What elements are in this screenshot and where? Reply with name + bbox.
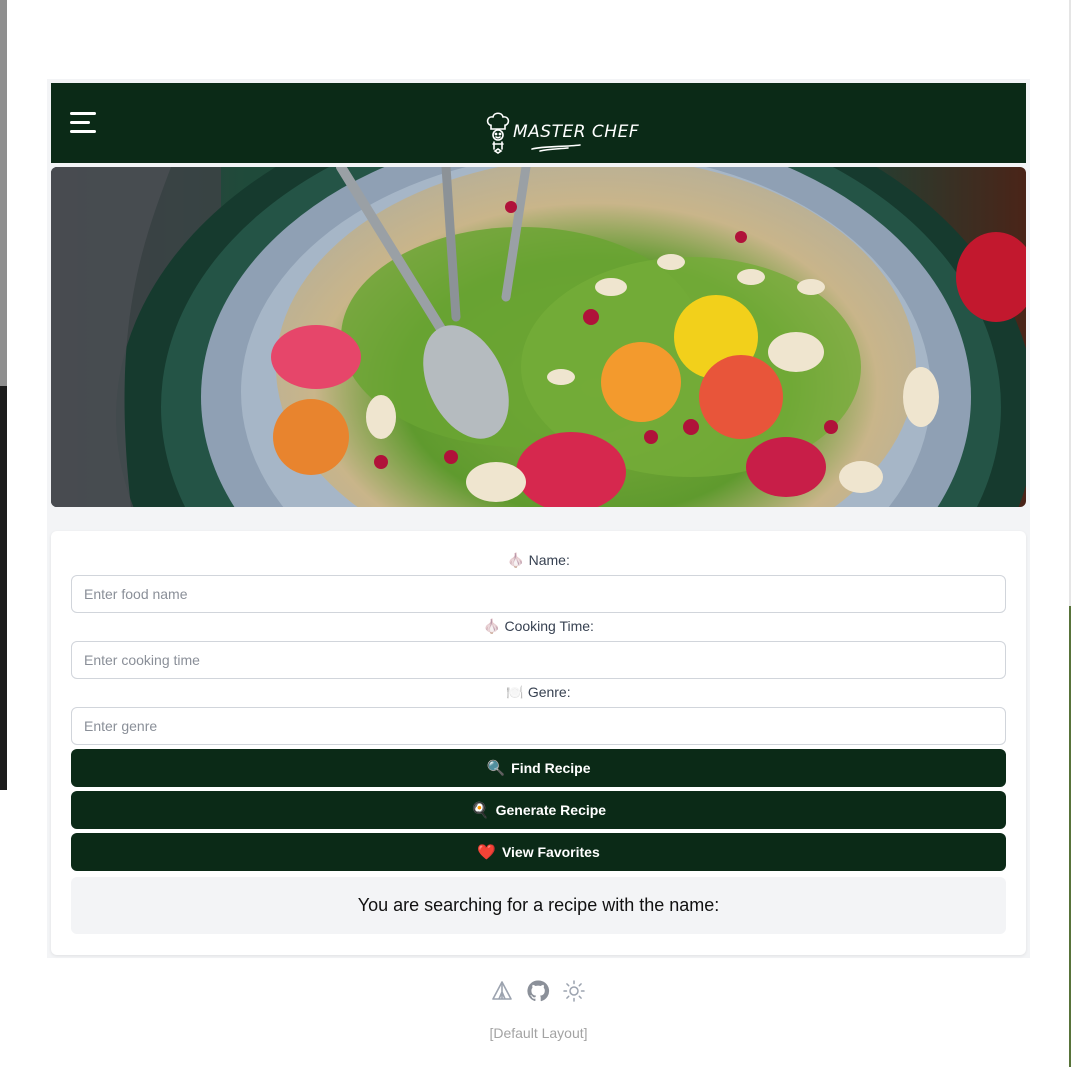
garlic-icon: 🧄: [483, 618, 501, 634]
food-name-input[interactable]: [71, 575, 1006, 613]
menu-line: [70, 130, 96, 133]
menu-line: [70, 121, 90, 124]
genre-input[interactable]: [71, 707, 1006, 745]
github-icon[interactable]: [526, 979, 550, 1003]
logo-text: MASTER CHEF: [513, 122, 640, 142]
menu-line: [70, 112, 96, 115]
footer-icon-bar: [490, 979, 586, 1003]
background-edge-left: [0, 0, 7, 386]
generate-recipe-label: Generate Recipe: [495, 802, 607, 818]
find-recipe-button[interactable]: 🔍 Find Recipe: [71, 749, 1006, 787]
genre-label: 🍽️ Genre:: [506, 684, 571, 700]
cooking-time-input[interactable]: [71, 641, 1006, 679]
layout-indicator: [Default Layout]: [489, 1025, 588, 1041]
tent-icon[interactable]: [490, 979, 514, 1003]
frying-pan-icon: 🍳: [470, 802, 490, 819]
find-recipe-label: Find Recipe: [511, 760, 591, 776]
garlic-icon: 🧄: [507, 552, 525, 568]
view-favorites-button[interactable]: ❤️ View Favorites: [71, 833, 1006, 871]
background-edge-left-dark: [0, 386, 7, 790]
cooking-time-label: 🧄 Cooking Time:: [483, 618, 594, 634]
view-favorites-label: View Favorites: [501, 844, 600, 860]
plate-cutlery-icon: 🍽️: [506, 684, 524, 700]
magnifier-icon: 🔍: [486, 760, 506, 777]
search-result-message: You are searching for a recipe with the …: [71, 877, 1006, 934]
hamburger-menu-button[interactable]: [70, 112, 96, 134]
generate-recipe-button[interactable]: 🍳 Generate Recipe: [71, 791, 1006, 829]
name-label: 🧄 Name:: [507, 552, 570, 568]
hero-food-image: [51, 167, 1026, 507]
sun-icon[interactable]: [562, 979, 586, 1003]
heart-icon: ❤️: [477, 844, 496, 861]
